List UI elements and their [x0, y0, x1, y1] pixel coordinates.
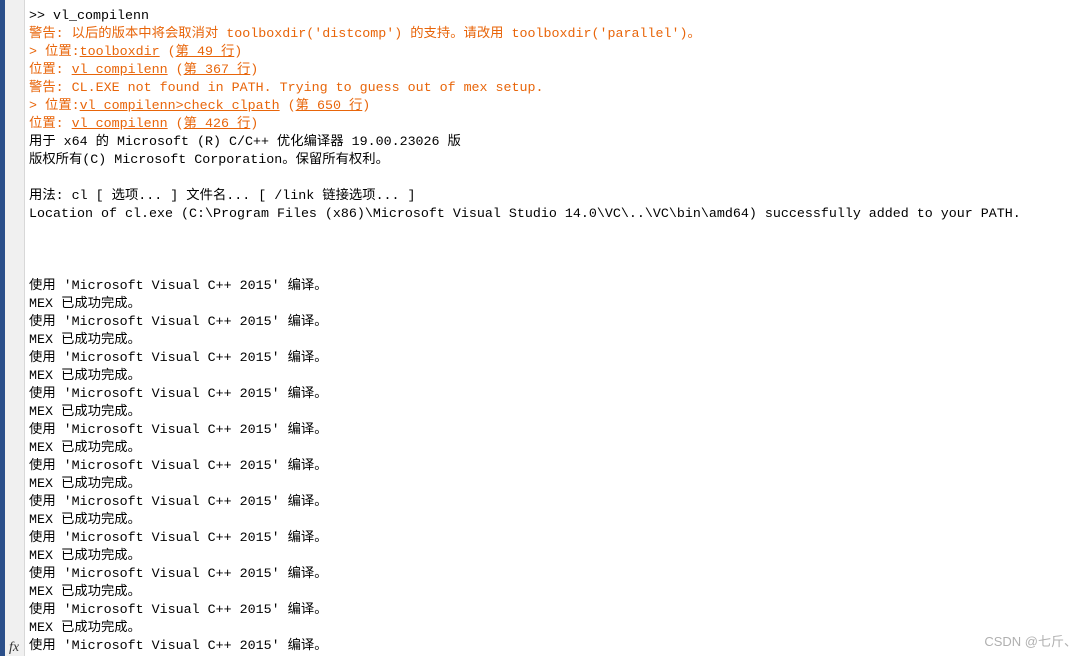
output-text: MEX 已成功完成。: [29, 405, 141, 420]
output-line: 使用 'Microsoft Visual C++ 2015' 编译。: [29, 566, 1091, 584]
output-line: 使用 'Microsoft Visual C++ 2015' 编译。: [29, 386, 1091, 404]
output-line: MEX 已成功完成。: [29, 404, 1091, 422]
output-line: 使用 'Microsoft Visual C++ 2015' 编译。: [29, 278, 1091, 296]
warning-line: > 位置:vl_compilenn>check_clpath (第 650 行): [29, 98, 1091, 116]
output-text: 位置:: [29, 117, 72, 132]
output-line: 使用 'Microsoft Visual C++ 2015' 编译。: [29, 314, 1091, 332]
warning-line: 警告: 以后的版本中将会取消对 toolboxdir('distcomp') 的…: [29, 26, 1091, 44]
command-window-output[interactable]: >> vl_compilenn 警告: 以后的版本中将会取消对 toolboxdi…: [29, 8, 1091, 656]
console-gutter: [5, 0, 25, 656]
output-text: 用于 x64 的 Microsoft (R) C/C++ 优化编译器 19.00…: [29, 135, 461, 150]
output-line: MEX 已成功完成。: [29, 476, 1091, 494]
output-text: 使用 'Microsoft Visual C++ 2015' 编译。: [29, 495, 328, 510]
source-link[interactable]: vl_compilenn: [72, 117, 168, 132]
output-line: 使用 'Microsoft Visual C++ 2015' 编译。: [29, 638, 1091, 656]
output-text: 使用 'Microsoft Visual C++ 2015' 编译。: [29, 459, 328, 474]
source-link[interactable]: 第 49 行: [176, 45, 235, 60]
output-text: 使用 'Microsoft Visual C++ 2015' 编译。: [29, 423, 328, 438]
output-text: 使用 'Microsoft Visual C++ 2015' 编译。: [29, 603, 328, 618]
output-line: 使用 'Microsoft Visual C++ 2015' 编译。: [29, 494, 1091, 512]
output-line: 使用 'Microsoft Visual C++ 2015' 编译。: [29, 458, 1091, 476]
output-text: (: [279, 99, 296, 114]
output-line: MEX 已成功完成。: [29, 440, 1091, 458]
output-text: 版权所有(C) Microsoft Corporation。保留所有权利。: [29, 153, 389, 168]
output-line: MEX 已成功完成。: [29, 368, 1091, 386]
output-line: 用法: cl [ 选项... ] 文件名... [ /link 链接选项... …: [29, 188, 1091, 206]
source-link[interactable]: vl_compilenn>check_clpath: [80, 99, 280, 114]
output-line: MEX 已成功完成。: [29, 332, 1091, 350]
fx-icon[interactable]: fx: [9, 640, 19, 656]
output-line: 使用 'Microsoft Visual C++ 2015' 编译。: [29, 530, 1091, 548]
output-text: ): [250, 63, 259, 78]
output-line: MEX 已成功完成。: [29, 512, 1091, 530]
output-text: 使用 'Microsoft Visual C++ 2015' 编译。: [29, 279, 328, 294]
output-text: MEX 已成功完成。: [29, 549, 141, 564]
output-text: ): [234, 45, 243, 60]
output-text: > 位置:: [29, 45, 80, 60]
output-text: MEX 已成功完成。: [29, 477, 141, 492]
output-text: (: [167, 117, 184, 132]
output-line: MEX 已成功完成。: [29, 296, 1091, 314]
output-text: ): [362, 99, 371, 114]
output-text: 使用 'Microsoft Visual C++ 2015' 编译。: [29, 315, 328, 330]
output-text: MEX 已成功完成。: [29, 297, 141, 312]
output-text: MEX 已成功完成。: [29, 369, 141, 384]
output-line: MEX 已成功完成。: [29, 584, 1091, 602]
output-text: (: [167, 63, 184, 78]
warning-line: 位置: vl_compilenn (第 367 行): [29, 62, 1091, 80]
watermark: CSDN @七斤、: [984, 634, 1077, 649]
output-text: MEX 已成功完成。: [29, 585, 141, 600]
output-text: 使用 'Microsoft Visual C++ 2015' 编译。: [29, 351, 328, 366]
source-link[interactable]: vl_compilenn: [72, 63, 168, 78]
output-text: MEX 已成功完成。: [29, 513, 141, 528]
output-line: MEX 已成功完成。: [29, 620, 1091, 638]
output-text: 使用 'Microsoft Visual C++ 2015' 编译。: [29, 639, 328, 654]
output-text: MEX 已成功完成。: [29, 333, 141, 348]
output-text: (: [159, 45, 176, 60]
output-line: 版权所有(C) Microsoft Corporation。保留所有权利。: [29, 152, 1091, 170]
output-text: 使用 'Microsoft Visual C++ 2015' 编译。: [29, 567, 328, 582]
output-line: 使用 'Microsoft Visual C++ 2015' 编译。: [29, 602, 1091, 620]
output-line: Location of cl.exe (C:\Program Files (x8…: [29, 206, 1091, 224]
warning-line: 警告: CL.EXE not found in PATH. Trying to …: [29, 80, 1091, 98]
source-link[interactable]: 第 650 行: [296, 99, 363, 114]
output-line: 使用 'Microsoft Visual C++ 2015' 编译。: [29, 350, 1091, 368]
output-text: MEX 已成功完成。: [29, 621, 141, 636]
output-text: 警告: CL.EXE not found in PATH. Trying to …: [29, 81, 544, 96]
output-text: 使用 'Microsoft Visual C++ 2015' 编译。: [29, 531, 328, 546]
output-line: >> vl_compilenn: [29, 8, 1091, 26]
source-link[interactable]: toolboxdir: [80, 45, 160, 60]
output-text: ): [250, 117, 259, 132]
warning-line: 位置: vl_compilenn (第 426 行): [29, 116, 1091, 134]
warning-line: > 位置:toolboxdir (第 49 行): [29, 44, 1091, 62]
output-text: Location of cl.exe (C:\Program Files (x8…: [29, 207, 1021, 222]
output-line: 使用 'Microsoft Visual C++ 2015' 编译。: [29, 422, 1091, 440]
output-text: 位置:: [29, 63, 72, 78]
output-text: 用法: cl [ 选项... ] 文件名... [ /link 链接选项... …: [29, 189, 416, 204]
output-text: >> vl_compilenn: [29, 9, 149, 24]
output-text: MEX 已成功完成。: [29, 441, 141, 456]
output-text: 警告: 以后的版本中将会取消对 toolboxdir('distcomp') 的…: [29, 27, 701, 42]
source-link[interactable]: 第 367 行: [184, 63, 251, 78]
output-text: > 位置:: [29, 99, 80, 114]
output-text: 使用 'Microsoft Visual C++ 2015' 编译。: [29, 387, 328, 402]
output-line: 用于 x64 的 Microsoft (R) C/C++ 优化编译器 19.00…: [29, 134, 1091, 152]
output-line: MEX 已成功完成。: [29, 548, 1091, 566]
source-link[interactable]: 第 426 行: [184, 117, 251, 132]
